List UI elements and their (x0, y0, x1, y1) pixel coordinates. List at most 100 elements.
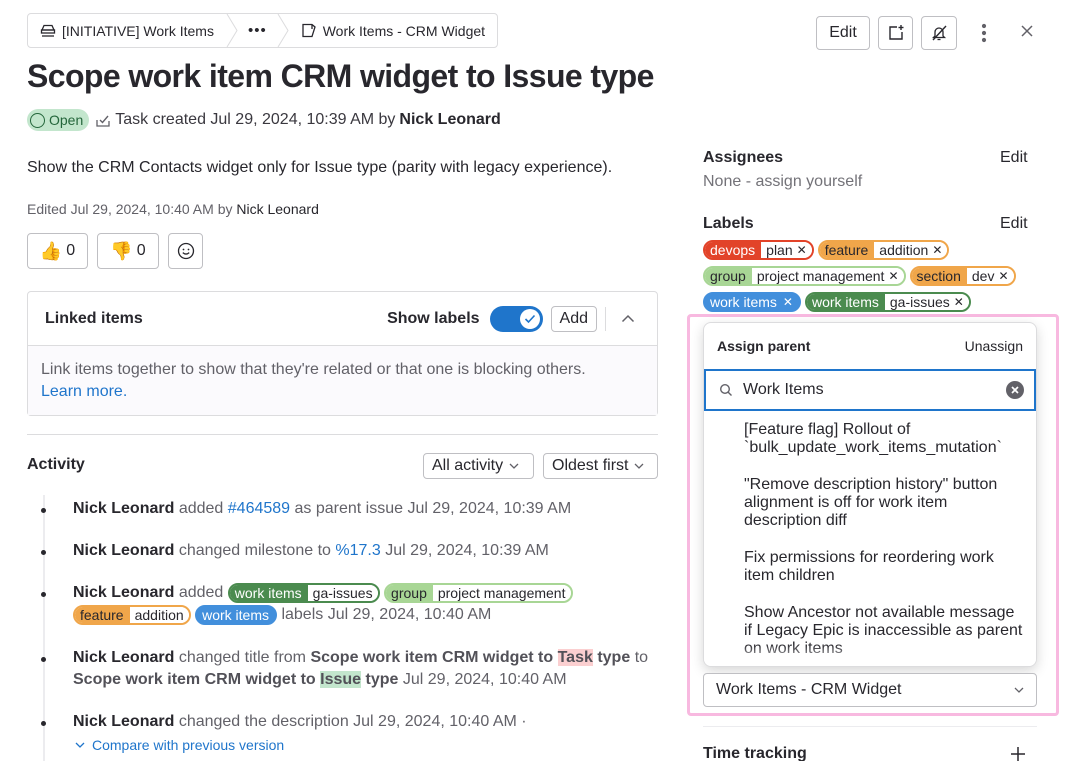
activity-item: Nick Leonard changed title from Scope wo… (73, 647, 663, 691)
label-work-items[interactable]: work items ✕ (703, 292, 801, 312)
add-linked-item-button[interactable]: Add (550, 305, 597, 332)
activity-user[interactable]: Nick Leonard (73, 584, 174, 601)
unassign-button[interactable]: Unassign (965, 338, 1023, 354)
show-labels-toggle[interactable] (489, 305, 543, 332)
dropdown-title: Assign parent (717, 338, 811, 354)
label-section-dev[interactable]: section dev ✕ (909, 266, 1016, 286)
close-button[interactable] (1010, 14, 1044, 48)
activity-user[interactable]: Nick Leonard (73, 542, 174, 559)
compare-previous-version-link[interactable]: Compare with previous version (75, 734, 284, 756)
activity-user[interactable]: Nick Leonard (73, 713, 174, 730)
label-key: work items (202, 606, 269, 623)
label-group-project-management[interactable]: group project management (384, 582, 573, 603)
empty-state-text: Link items together to show that they're… (41, 361, 586, 378)
new-title-text: type (365, 671, 399, 688)
clear-search-button[interactable] (1006, 381, 1024, 399)
parent-option[interactable]: Fix permissions for reordering work item… (744, 549, 1036, 585)
more-actions-button[interactable] (967, 16, 1001, 50)
label-value-text: plan (766, 242, 793, 258)
chevron-down-icon (509, 463, 519, 469)
created-text: Task created Jul 29, 2024, 10:39 AM by (115, 111, 396, 128)
assignees-title: Assignees (703, 149, 784, 166)
linked-items-empty-state: Link items together to show that they're… (28, 346, 657, 415)
milestone-link[interactable]: %17.3 (335, 542, 380, 559)
remove-label-icon[interactable]: ✕ (888, 268, 898, 284)
dropdown-header: Assign parent Unassign (704, 323, 1036, 369)
activity-title: Activity (27, 456, 85, 473)
parent-option[interactable]: "Remove description history" button alig… (744, 476, 1036, 530)
label-value-text: addition (879, 242, 929, 258)
collapse-button[interactable] (616, 307, 640, 331)
assignees-edit-button[interactable]: Edit (1000, 149, 1028, 167)
label-work-items-ga-issues[interactable]: work items ga-issues (227, 582, 380, 603)
thumbs-up-button[interactable]: 👍 0 (27, 233, 88, 269)
label-group-project-management[interactable]: group project management ✕ (703, 266, 906, 286)
chevron-down-icon (75, 742, 85, 748)
learn-more-link[interactable]: Learn more. (41, 383, 127, 400)
editor-link[interactable]: Nick Leonard (236, 201, 319, 217)
activity-sort-dropdown[interactable]: Oldest first (543, 453, 658, 479)
remove-label-icon[interactable]: ✕ (954, 294, 964, 310)
timeline-bullet (41, 550, 46, 555)
activity-user[interactable]: Nick Leonard (73, 649, 174, 666)
description: Show the CRM Contacts widget only for Is… (27, 159, 613, 176)
breadcrumb-label: Work Items - CRM Widget (322, 22, 486, 39)
breadcrumb-item-parent[interactable]: Work Items - CRM Widget (289, 14, 497, 47)
labels-edit-button[interactable]: Edit (1000, 215, 1028, 233)
notifications-off-icon (931, 25, 947, 41)
parent-search-input[interactable] (743, 381, 1006, 399)
edit-button[interactable]: Edit (816, 16, 870, 50)
chevron-up-icon (621, 314, 635, 323)
activity-filter-value: All activity (432, 457, 504, 474)
breadcrumb-label: [INITIATIVE] Work Items (62, 22, 214, 39)
chevron-down-icon (1014, 687, 1024, 693)
assign-yourself-link[interactable]: None - assign yourself (703, 173, 862, 191)
linked-items-card: Linked items Show labels Add Link items … (27, 291, 658, 416)
breadcrumb-ellipsis-button[interactable]: ••• (238, 14, 277, 47)
label-key: group (386, 584, 433, 601)
edited-info: Edited Jul 29, 2024, 10:40 AM by Nick Le… (27, 201, 319, 217)
activity-item: Nick Leonard changed the description Jul… (73, 711, 527, 756)
notifications-toggle-button[interactable] (921, 16, 957, 50)
label-feature-addition[interactable]: feature addition (73, 604, 191, 625)
labels-list: devops plan ✕ feature addition ✕ group pro… (703, 240, 1043, 318)
remove-label-icon[interactable]: ✕ (797, 242, 807, 258)
label-work-items[interactable]: work items (195, 604, 277, 625)
activity-text: changed title from (178, 649, 306, 666)
linked-items-header: Linked items Show labels Add (28, 292, 657, 346)
timeline-bullet (41, 508, 46, 513)
label-feature-addition[interactable]: feature addition ✕ (817, 240, 950, 260)
time-tracking-title: Time tracking (703, 745, 807, 761)
add-time-tracking-button[interactable] (1010, 746, 1026, 761)
activity-item: Nick Leonard added work items ga-issues … (73, 582, 633, 626)
task-icon (96, 115, 110, 127)
label-key: feature (75, 606, 130, 623)
new-related-item-button[interactable] (878, 16, 913, 50)
activity-text: changed milestone to (178, 542, 331, 559)
label-value: ga-issues (307, 584, 378, 601)
parent-select-toggle[interactable]: Work Items - CRM Widget (703, 673, 1037, 707)
activity-text: to (634, 649, 649, 666)
timeline-bullet (41, 657, 46, 662)
remove-label-icon[interactable]: ✕ (783, 294, 793, 310)
old-title-text: Scope work item CRM widget to (310, 649, 554, 666)
breadcrumb-item-initiative[interactable]: [INITIATIVE] Work Items (28, 14, 226, 47)
timeline-bullet (41, 721, 46, 726)
breadcrumb: [INITIATIVE] Work Items ••• Work Items -… (27, 13, 499, 48)
parent-option[interactable]: [Feature flag] Rollout of `bulk_update_w… (744, 421, 1036, 457)
new-related-item-icon (888, 25, 903, 40)
activity-user[interactable]: Nick Leonard (73, 500, 174, 517)
parent-options-list: [Feature flag] Rollout of `bulk_update_w… (704, 411, 1036, 658)
label-value-text: dev (971, 268, 995, 284)
thumbs-down-button[interactable]: 👎 0 (97, 233, 159, 269)
smiley-icon (177, 242, 194, 260)
activity-filter-dropdown[interactable]: All activity (423, 453, 534, 479)
label-devops-plan[interactable]: devops plan ✕ (703, 240, 814, 260)
label-work-items-ga-issues[interactable]: work items ga-issues ✕ (804, 292, 971, 312)
label-value: plan ✕ (761, 242, 812, 258)
remove-label-icon[interactable]: ✕ (998, 268, 1008, 284)
parent-issue-link[interactable]: #464589 (228, 500, 290, 517)
author-link[interactable]: Nick Leonard (399, 111, 500, 129)
add-reaction-button[interactable] (168, 233, 203, 269)
remove-label-icon[interactable]: ✕ (932, 242, 942, 258)
